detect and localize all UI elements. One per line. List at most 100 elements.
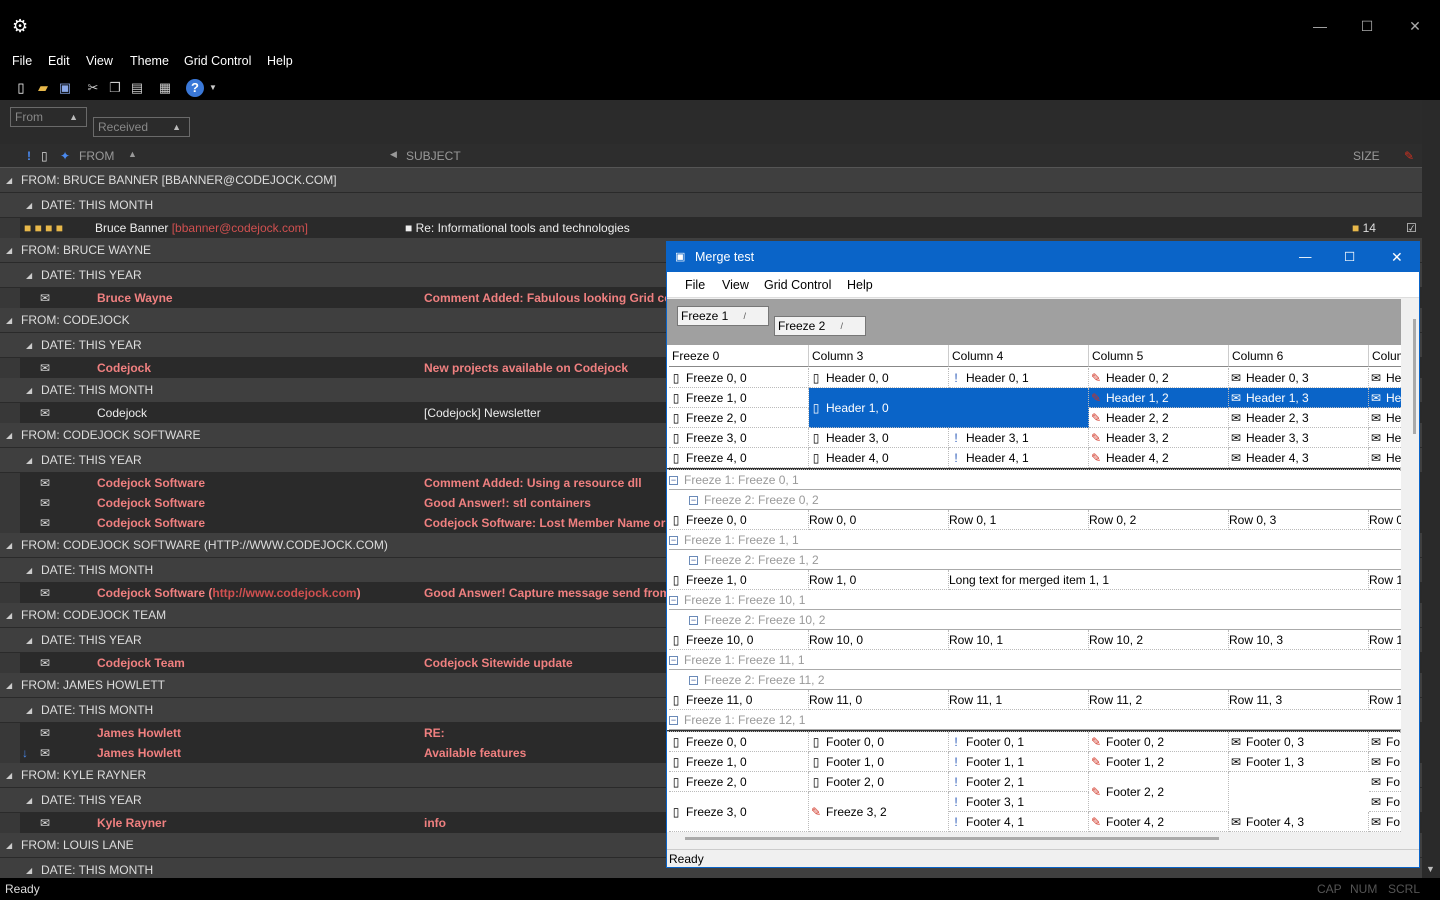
grid-cell[interactable]: ▯ Freeze 2, 0: [669, 772, 809, 792]
dialog-menu-grid-control[interactable]: Grid Control: [764, 278, 831, 292]
grid-cell[interactable]: ▯ Freeze 0, 0: [669, 732, 809, 752]
collapse-icon[interactable]: −: [689, 676, 698, 686]
new-file-icon[interactable]: ▯: [12, 79, 30, 97]
grid-column-header[interactable]: Colum: [1369, 345, 1401, 367]
grid-group-row[interactable]: − Freeze 1: Freeze 12, 1: [669, 710, 1401, 730]
grid-column-header[interactable]: Column 4: [949, 345, 1089, 367]
grid-group-row[interactable]: − Freeze 1: Freeze 0, 1: [669, 470, 1401, 490]
grid-cell[interactable]: Row 0, 3: [1229, 510, 1369, 530]
grid-cell[interactable]: ! Footer 2, 1: [949, 772, 1089, 792]
dialog-menu-help[interactable]: Help: [847, 278, 873, 292]
grid-cell[interactable]: Long text for merged item 1, 1: [949, 570, 1369, 590]
dialog-menu-file[interactable]: File: [685, 278, 705, 292]
grid-cell[interactable]: ✉ Header 2, 3: [1229, 408, 1369, 428]
grid-cell[interactable]: ▯ Freeze 11, 0: [669, 690, 809, 710]
grid-group-row[interactable]: − Freeze 2: Freeze 1, 2: [689, 550, 1401, 570]
menu-theme[interactable]: Theme: [130, 54, 169, 68]
print-icon[interactable]: ▦: [156, 79, 174, 97]
expand-toggle-icon[interactable]: ◢: [6, 603, 12, 628]
column-collapse-icon[interactable]: ◀: [390, 149, 397, 160]
column-subject[interactable]: SUBJECT: [406, 149, 461, 163]
grid-cell[interactable]: ✉ Fo: [1369, 792, 1401, 812]
dialog-horizontal-scroll-thumb[interactable]: [685, 837, 1219, 840]
expand-toggle-icon[interactable]: ◢: [26, 378, 32, 403]
grid-cell[interactable]: Row 11, 1: [949, 690, 1089, 710]
expand-toggle-icon[interactable]: ◢: [26, 263, 32, 288]
grid-cell[interactable]: ▯ Header 4, 0: [809, 448, 949, 468]
grid-cell[interactable]: ▯ Freeze 3, 0: [669, 428, 809, 448]
grid-cell[interactable]: Row 0: [1369, 510, 1401, 530]
expand-toggle-icon[interactable]: ◢: [6, 763, 12, 788]
grid-cell[interactable]: ✉ Header 4, 3: [1229, 448, 1369, 468]
grid-cell[interactable]: ✉ He: [1369, 428, 1401, 448]
grid-cell[interactable]: Row 1: [1369, 570, 1401, 590]
grid-cell[interactable]: ! Header 3, 1: [949, 428, 1089, 448]
collapse-icon[interactable]: −: [669, 536, 678, 546]
expand-toggle-icon[interactable]: ◢: [26, 858, 32, 878]
grid-cell[interactable]: ✎ Header 0, 2: [1089, 368, 1229, 388]
group-row-from[interactable]: ◢ FROM: BRUCE BANNER [BBANNER@CODEJOCK.CO…: [0, 168, 1422, 193]
grid-cell[interactable]: ✉ Fo: [1369, 732, 1401, 752]
grid-cell[interactable]: ▯ Footer 1, 0: [809, 752, 949, 772]
help-dropdown-icon[interactable]: ▼: [204, 79, 222, 97]
menu-view[interactable]: View: [86, 54, 113, 68]
pin-icon[interactable]: ✦: [60, 149, 70, 163]
grid-group-row[interactable]: − Freeze 2: Freeze 11, 2: [689, 670, 1401, 690]
grid-cell[interactable]: Row 11, 3: [1229, 690, 1369, 710]
message-row[interactable]: ■ ■ ■ ■ Bruce Banner [bbanner@codejock.co…: [20, 218, 1422, 238]
grid-cell[interactable]: ▯ Freeze 10, 0: [669, 630, 809, 650]
grid-cell[interactable]: ! Footer 3, 1: [949, 792, 1089, 812]
save-icon[interactable]: ▣: [56, 79, 74, 97]
grid-cell[interactable]: Row 1: [1369, 690, 1401, 710]
grid-cell[interactable]: Row 10, 1: [949, 630, 1089, 650]
grid-cell[interactable]: Row 10, 3: [1229, 630, 1369, 650]
grid-cell[interactable]: ✉ Header 0, 3: [1229, 368, 1369, 388]
collapse-icon[interactable]: −: [669, 656, 678, 666]
menu-file[interactable]: File: [12, 54, 32, 68]
grid-cell[interactable]: ▯ Freeze 0, 0: [669, 368, 809, 388]
grid-group-row[interactable]: − Freeze 2: Freeze 10, 2: [689, 610, 1401, 630]
from-url[interactable]: http://www.codejock.com: [212, 586, 356, 600]
copy-icon[interactable]: ❐: [106, 79, 124, 97]
grid-cell[interactable]: ▯ Footer 2, 0: [809, 772, 949, 792]
expand-toggle-icon[interactable]: ◢: [6, 833, 12, 858]
grid-cell[interactable]: ✎ Footer 0, 2: [1089, 732, 1229, 752]
grid-column-header[interactable]: Column 5: [1089, 345, 1229, 367]
collapse-icon[interactable]: −: [689, 616, 698, 626]
grid-cell[interactable]: ▯ Footer 0, 0: [809, 732, 949, 752]
grid-cell[interactable]: ! Header 4, 1: [949, 448, 1089, 468]
grid-column-header[interactable]: Column 3: [809, 345, 949, 367]
paste-icon[interactable]: ▤: [128, 79, 146, 97]
grid-cell[interactable]: Row 1: [1369, 630, 1401, 650]
expand-toggle-icon[interactable]: ◢: [26, 628, 32, 653]
dialog-minimize-button[interactable]: —: [1299, 242, 1312, 272]
help-icon[interactable]: ?: [186, 79, 204, 97]
grid-cell[interactable]: ▯ Freeze 1, 0: [669, 752, 809, 772]
grid-cell[interactable]: Row 0, 0: [809, 510, 949, 530]
grid-cell[interactable]: ▯ Header 0, 0: [809, 368, 949, 388]
expand-toggle-icon[interactable]: ◢: [6, 423, 12, 448]
grid-cell[interactable]: ▯ Freeze 4, 0: [669, 448, 809, 468]
expand-toggle-icon[interactable]: ◢: [26, 333, 32, 358]
expand-toggle-icon[interactable]: ◢: [6, 673, 12, 698]
grid-cell[interactable]: ✎ Header 1, 2: [1089, 388, 1229, 408]
grid-cell[interactable]: ✉ Header 3, 3: [1229, 428, 1369, 448]
collapse-icon[interactable]: −: [669, 716, 678, 726]
grid-cell[interactable]: ✉ Footer 1, 3: [1229, 752, 1369, 772]
app-gear-icon[interactable]: ⚙: [12, 16, 32, 36]
grid-column-header[interactable]: Freeze 0: [669, 345, 809, 367]
grid-cell[interactable]: ✉ Fo: [1369, 752, 1401, 772]
file-icon[interactable]: ▯: [41, 149, 48, 163]
grid-cell[interactable]: ▯ Header 3, 0: [809, 428, 949, 448]
grid-cell[interactable]: ▯ Freeze 0, 0: [669, 510, 809, 530]
grid-cell[interactable]: ! Header 0, 1: [949, 368, 1089, 388]
menu-grid-control[interactable]: Grid Control: [184, 54, 251, 68]
grid-cell[interactable]: ✎ Header 2, 2: [1089, 408, 1229, 428]
flag-icon[interactable]: ✎: [1404, 149, 1414, 163]
menu-help[interactable]: Help: [267, 54, 293, 68]
grid-cell[interactable]: Row 1, 0: [809, 570, 949, 590]
grid-cell[interactable]: Row 11, 0: [809, 690, 949, 710]
group-chip-from[interactable]: From ▲: [10, 107, 87, 127]
expand-toggle-icon[interactable]: ◢: [6, 168, 12, 193]
grid-cell[interactable]: ✎ Footer 2, 2: [1089, 772, 1229, 812]
